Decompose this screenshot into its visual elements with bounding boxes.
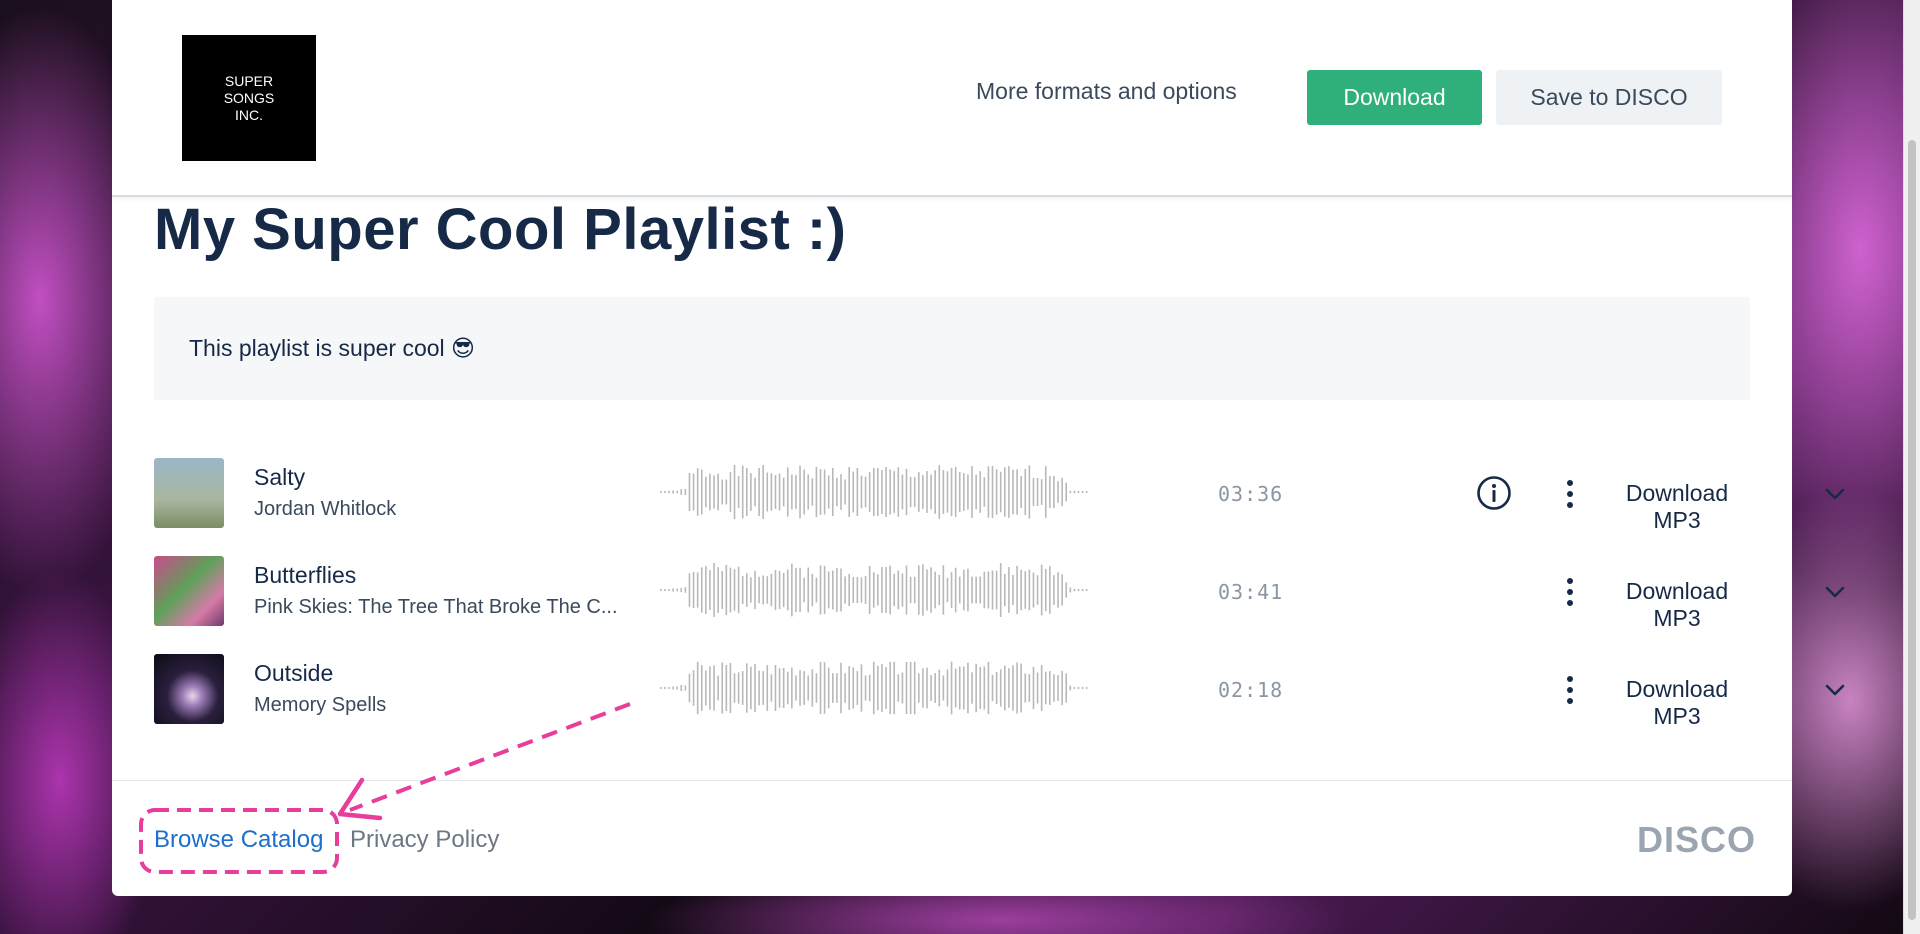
chevron-down-icon[interactable] [1824, 582, 1846, 602]
chevron-down-icon[interactable] [1824, 484, 1846, 504]
track-row[interactable]: Outside Memory Spells 02:18 Download MP3 [154, 654, 1845, 729]
playlist-description-box: This playlist is super cool 😎 [154, 297, 1750, 400]
page-footer: Browse Catalog Privacy Policy DISCO [112, 780, 1792, 897]
track-title[interactable]: Salty [254, 464, 305, 491]
track-waveform[interactable] [660, 658, 1090, 718]
track-title[interactable]: Butterflies [254, 562, 356, 589]
playlist-description: This playlist is super cool 😎 [189, 335, 476, 361]
download-mp3-button[interactable]: Download MP3 [1600, 480, 1754, 534]
disco-logo: DISCO [1637, 819, 1757, 860]
more-options-icon[interactable] [1562, 478, 1578, 510]
track-artist[interactable]: Pink Skies: The Tree That Broke The C... [254, 596, 618, 619]
track-row[interactable]: Butterflies Pink Skies: The Tree That Br… [154, 556, 1845, 631]
scrollbar-thumb[interactable] [1908, 140, 1916, 920]
track-waveform[interactable] [660, 462, 1090, 522]
more-formats-button[interactable]: More formats and options [976, 78, 1237, 105]
page-title: My Super Cool Playlist :) [154, 197, 847, 262]
download-button[interactable]: Download [1307, 70, 1482, 125]
track-duration: 03:41 [1218, 580, 1284, 604]
track-duration: 03:36 [1218, 482, 1284, 506]
track-artwork[interactable] [154, 458, 224, 528]
track-artist[interactable]: Memory Spells [254, 694, 386, 717]
download-mp3-button[interactable]: Download MP3 [1600, 676, 1754, 730]
brand-logo: SUPER SONGS INC. [182, 35, 316, 161]
chevron-down-icon[interactable] [1824, 680, 1846, 700]
more-options-icon[interactable] [1562, 576, 1578, 608]
download-mp3-button[interactable]: Download MP3 [1600, 578, 1754, 632]
browse-catalog-link[interactable]: Browse Catalog [154, 826, 323, 854]
track-artist[interactable]: Jordan Whitlock [254, 498, 396, 521]
track-artwork[interactable] [154, 654, 224, 724]
info-icon[interactable] [1476, 475, 1512, 511]
track-waveform[interactable] [660, 560, 1090, 620]
playlist-card: SUPER SONGS INC. More formats and option… [112, 0, 1845, 897]
save-to-disco-button[interactable]: Save to DISCO [1496, 70, 1722, 125]
page-scrollbar[interactable] [1903, 0, 1920, 934]
more-options-icon[interactable] [1562, 674, 1578, 706]
privacy-policy-link[interactable]: Privacy Policy [350, 826, 499, 854]
playlist-header: SUPER SONGS INC. More formats and option… [112, 0, 1792, 197]
track-row[interactable]: Salty Jordan Whitlock 03:36 Download MP3 [154, 458, 1845, 533]
track-title[interactable]: Outside [254, 660, 333, 687]
track-duration: 02:18 [1218, 678, 1284, 702]
track-artwork[interactable] [154, 556, 224, 626]
